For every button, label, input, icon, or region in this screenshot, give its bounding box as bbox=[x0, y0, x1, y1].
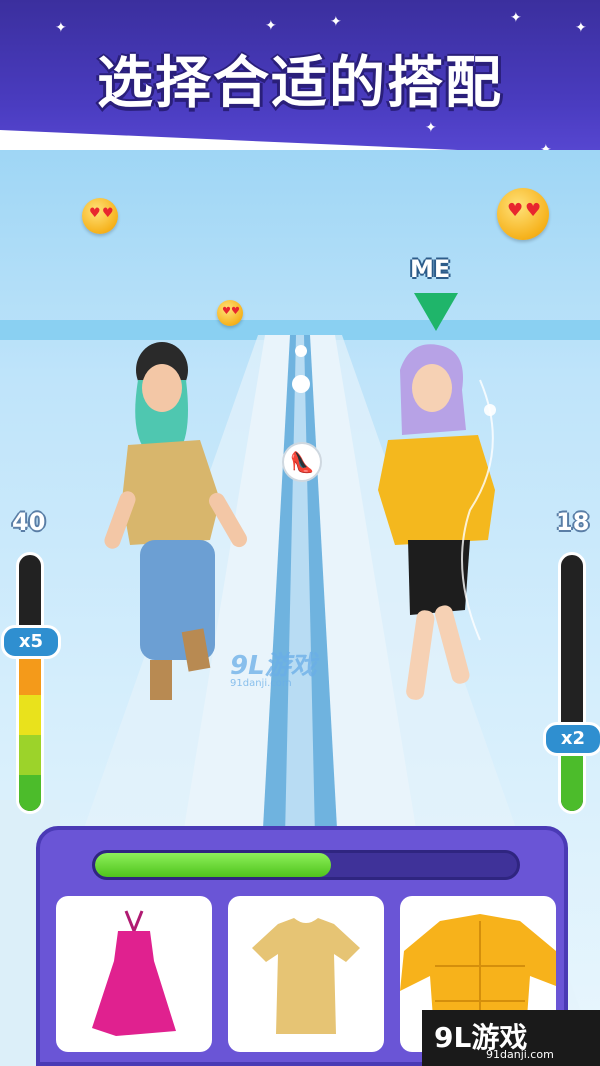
right-score: 18 bbox=[556, 508, 590, 536]
outfit-progress-fill bbox=[95, 853, 332, 877]
sparkle-icon: ✦ bbox=[575, 20, 587, 36]
outfit-option-tshirt[interactable] bbox=[228, 896, 384, 1052]
sparkle-icon: ✦ bbox=[510, 10, 522, 26]
outfit-icon bbox=[295, 345, 307, 357]
left-score: 40 bbox=[12, 508, 46, 536]
right-multiplier-badge: x2 bbox=[543, 722, 600, 756]
sparkle-icon: ✦ bbox=[55, 20, 67, 36]
player-marker-label: ME bbox=[410, 255, 451, 283]
pink-dress-icon bbox=[92, 910, 176, 1036]
beige-tshirt-icon bbox=[252, 918, 360, 1034]
heart-eyes-emoji-icon: ♥ ♥ bbox=[217, 300, 243, 326]
left-style-meter bbox=[16, 552, 44, 814]
page-title: 选择合适的搭配 bbox=[97, 51, 503, 116]
title-banner: ✦ ✦ ✦ ✦ ✦ ✦ 选择合适的搭配 bbox=[0, 0, 600, 150]
high-heels-icon: 👠 bbox=[282, 442, 322, 482]
player-runner bbox=[378, 344, 496, 700]
outfit-option-dress[interactable] bbox=[56, 896, 212, 1052]
corner-watermark-url: 91danji.com bbox=[486, 1048, 554, 1061]
heart-eyes-emoji-icon: ♥ ♥ bbox=[497, 188, 549, 240]
watermark: 9L游戏 91danji.com bbox=[230, 645, 317, 689]
skirt-icon bbox=[292, 375, 310, 393]
heart-eyes-emoji-icon: ♥ ♥ bbox=[82, 198, 118, 234]
right-style-meter bbox=[558, 552, 586, 814]
corner-watermark: 9L游戏 91danji.com bbox=[422, 1010, 600, 1066]
left-multiplier-badge: x5 bbox=[1, 625, 61, 659]
sparkle-icon: ✦ bbox=[265, 18, 277, 34]
outfit-progress-bar bbox=[92, 850, 520, 880]
sparkle-icon: ✦ bbox=[425, 120, 437, 136]
watermark-logo: 9L游戏 bbox=[230, 651, 317, 681]
sparkle-icon: ✦ bbox=[330, 14, 342, 30]
player-marker-arrow-icon bbox=[414, 293, 458, 331]
